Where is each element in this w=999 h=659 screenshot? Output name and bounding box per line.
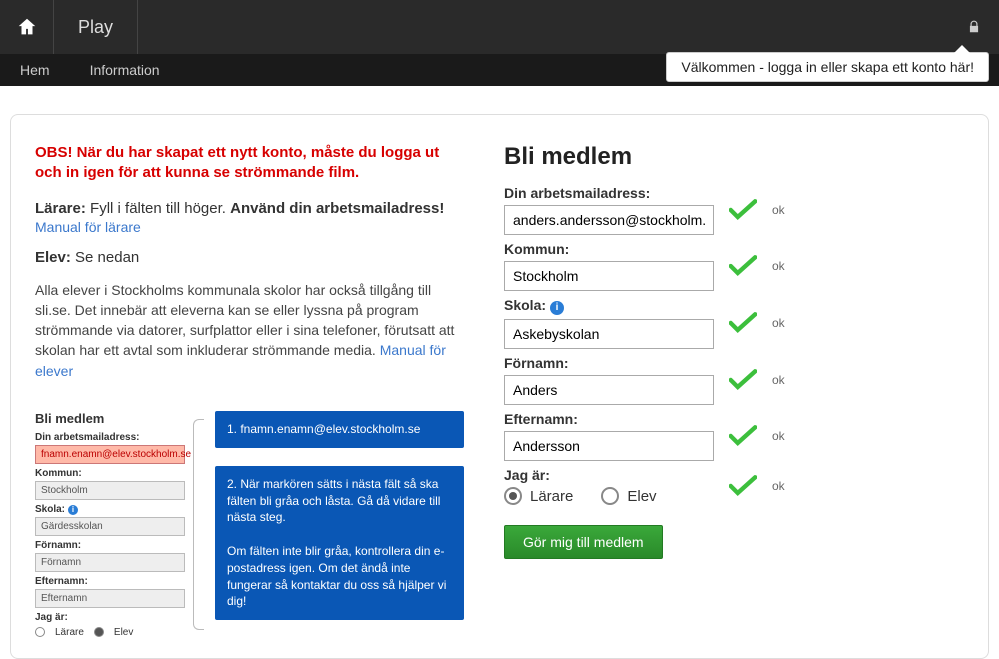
teacher-bold: Använd din arbetsmailadress! (230, 200, 444, 217)
left-column: OBS! När du har skapat ett nytt konto, m… (35, 143, 464, 638)
label-efternamn: Efternamn: (504, 411, 714, 427)
radio-icon (601, 487, 619, 505)
teacher-manual-link[interactable]: Manual för lärare (35, 219, 141, 235)
diagram-tip-1: 1. fnamn.enamn@elev.stockholm.se (215, 411, 464, 448)
home-button[interactable] (0, 0, 54, 54)
signup-form: Bli medlem Din arbetsmailadress: ok Komm… (504, 143, 964, 638)
ok-fornamn: ok (772, 373, 785, 387)
check-icon (729, 312, 757, 334)
info-icon[interactable]: i (550, 301, 564, 315)
diagram-input-fornamn: Förnamn (35, 553, 185, 572)
diagram-radio-row: Lärare Elev (35, 627, 185, 638)
input-skola[interactable] (504, 319, 714, 349)
ok-email: ok (772, 203, 785, 217)
form-heading: Bli medlem (504, 143, 964, 171)
radio-elev-label: Elev (627, 488, 656, 505)
teacher-text: Fyll i fälten till höger. (90, 200, 226, 217)
diagram-tip-2: 2. När markören sätts i nästa fält så sk… (215, 466, 464, 620)
welcome-tooltip[interactable]: Välkommen - logga in eller skapa ett kon… (666, 52, 989, 82)
warning-text: OBS! När du har skapat ett nytt konto, m… (35, 143, 464, 184)
diagram-bracket (193, 411, 207, 638)
input-efternamn[interactable] (504, 431, 714, 461)
radio-larare-label: Lärare (530, 488, 573, 505)
diagram-tips: 1. fnamn.enamn@elev.stockholm.se 2. När … (215, 411, 464, 638)
label-email: Din arbetsmailadress: (504, 185, 714, 201)
play-tab[interactable]: Play (54, 0, 138, 54)
check-icon (729, 255, 757, 277)
label-jagar: Jag är: (504, 467, 714, 483)
diagram-label-fornamn: Förnamn: (35, 540, 185, 551)
student-text: Se nedan (75, 249, 139, 266)
teacher-block: Lärare: Fyll i fälten till höger. Använd… (35, 200, 464, 235)
ok-kommun: ok (772, 259, 785, 273)
teacher-label: Lärare: (35, 200, 86, 217)
lock-icon (967, 20, 981, 34)
nav-home[interactable]: Hem (20, 62, 50, 78)
diagram-form: Bli medlem Din arbetsmailadress: fnamn.e… (35, 411, 185, 638)
input-email[interactable] (504, 205, 714, 235)
check-icon (729, 425, 757, 447)
diagram-radio-larare (35, 627, 45, 637)
check-icon (729, 199, 757, 221)
radio-icon (504, 487, 522, 505)
diagram-label-jagar: Jag är: (35, 612, 185, 623)
example-diagram: Bli medlem Din arbetsmailadress: fnamn.e… (35, 411, 464, 638)
label-kommun: Kommun: (504, 241, 714, 257)
diagram-radio-elev (94, 627, 104, 637)
info-icon: i (68, 505, 78, 515)
diagram-input-email: fnamn.enamn@elev.stockholm.se (35, 445, 185, 464)
submit-button[interactable]: Gör mig till medlem (504, 525, 663, 559)
nav-information[interactable]: Information (90, 62, 160, 78)
label-fornamn: Förnamn: (504, 355, 714, 371)
content-card: OBS! När du har skapat ett nytt konto, m… (10, 114, 989, 659)
input-kommun[interactable] (504, 261, 714, 291)
diagram-label-efternamn: Efternamn: (35, 576, 185, 587)
info-paragraph: Alla elever i Stockholms kommunala skolo… (35, 280, 464, 381)
ok-jagar: ok (772, 479, 785, 493)
home-icon (16, 16, 38, 38)
diagram-input-efternamn: Efternamn (35, 589, 185, 608)
diagram-label-skola: Skola:i (35, 504, 185, 515)
input-fornamn[interactable] (504, 375, 714, 405)
diagram-title: Bli medlem (35, 411, 185, 426)
label-skola: Skola:i (504, 297, 714, 315)
ok-skola: ok (772, 316, 785, 330)
diagram-input-skola: Gärdesskolan (35, 517, 185, 536)
student-block: Elev: Se nedan (35, 249, 464, 266)
check-icon (729, 369, 757, 391)
ok-efternamn: ok (772, 429, 785, 443)
radio-larare[interactable]: Lärare (504, 487, 573, 505)
radio-elev[interactable]: Elev (601, 487, 656, 505)
topbar: Play (0, 0, 999, 54)
diagram-label-email: Din arbetsmailadress: (35, 432, 185, 443)
diagram-input-kommun: Stockholm (35, 481, 185, 500)
diagram-label-kommun: Kommun: (35, 468, 185, 479)
student-label: Elev: (35, 249, 71, 266)
navbar: Hem Information Välkommen - logga in ell… (0, 54, 999, 86)
check-icon (729, 475, 757, 497)
